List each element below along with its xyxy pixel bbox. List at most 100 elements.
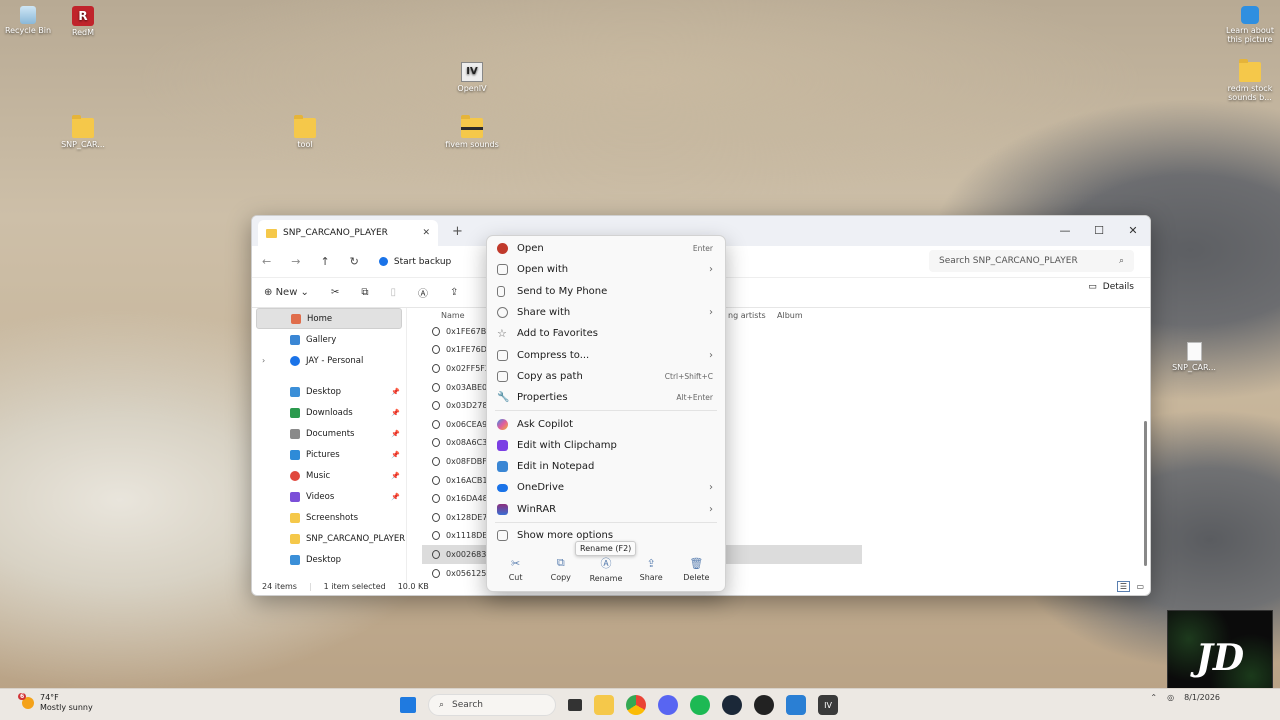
notepad-icon[interactable] — [786, 695, 806, 715]
minimize-icon[interactable]: — — [1048, 216, 1082, 244]
sidebar-item-pictures[interactable]: Pictures 📌 — [252, 444, 406, 465]
spotify-icon[interactable] — [690, 695, 710, 715]
column-header-album[interactable]: Album — [777, 311, 803, 320]
sidebar-item-onedrive[interactable]: › JAY - Personal — [252, 350, 406, 371]
menu-item-ask-copilot[interactable]: Ask Copilot — [487, 413, 725, 434]
close-window-icon[interactable]: ✕ — [1116, 216, 1150, 244]
refresh-icon[interactable]: ↻ — [350, 255, 359, 268]
address-bar[interactable]: Start backup — [378, 257, 451, 267]
menu-item-share-with[interactable]: Share with › — [487, 302, 725, 323]
sidebar-item-documents[interactable]: Documents 📌 — [252, 423, 406, 444]
quick-share-button[interactable]: ⇪ Share — [629, 557, 673, 582]
menu-item-clipchamp[interactable]: Edit with Clipchamp — [487, 435, 725, 456]
menu-item-properties[interactable]: 🔧 Properties Alt+Enter — [487, 387, 725, 408]
menu-item-label: WinRAR — [517, 503, 557, 515]
rename-tooltip: Rename (F2) — [575, 541, 637, 556]
new-button[interactable]: ⊕ New ⌄ — [264, 287, 309, 298]
taskbar-search[interactable]: ⌕ Search — [428, 694, 556, 716]
quick-rename-button[interactable]: Ⓐ Rename — [584, 555, 628, 583]
copy-icon[interactable]: ⧉ — [361, 287, 368, 298]
file-name: 0x002683E — [446, 549, 492, 559]
details-view-icon[interactable]: ☰ — [1116, 580, 1130, 592]
column-header-contributing-artists[interactable]: ng artists — [728, 311, 766, 320]
desktop-icon-learn-picture[interactable]: Learn about this picture — [1218, 6, 1280, 44]
start-icon[interactable] — [400, 697, 416, 713]
sidebar-item-desktop-2[interactable]: Desktop — [252, 549, 406, 570]
weather-condition: Mostly sunny — [40, 702, 93, 712]
weather-widget[interactable]: 6 74°F Mostly sunny — [18, 692, 93, 712]
menu-item-add-favorites[interactable]: ☆ Add to Favorites — [487, 323, 725, 344]
desktop-icon-openiv[interactable]: IV OpenIV — [440, 62, 504, 93]
menu-item-compress[interactable]: Compress to... › — [487, 344, 725, 365]
vertical-scrollbar[interactable] — [1144, 421, 1147, 566]
menu-item-open[interactable]: Open Enter — [487, 238, 725, 259]
forward-icon[interactable]: → — [291, 255, 300, 268]
tab-snp-carcano-player[interactable]: SNP_CARCANO_PLAYER ✕ — [258, 220, 438, 246]
network-icon[interactable]: ◎ — [1167, 693, 1174, 702]
weather-text: 74°F Mostly sunny — [40, 693, 93, 712]
menu-item-copy-as-path[interactable]: Copy as path Ctrl+Shift+C — [487, 366, 725, 387]
sidebar-item-snp-carcano-player[interactable]: SNP_CARCANO_PLAYER — [252, 528, 406, 549]
up-icon[interactable]: ↑ — [320, 255, 329, 268]
sidebar-item-videos[interactable]: Videos 📌 — [252, 486, 406, 507]
desktop-icon-snp-file[interactable]: SNP_CAR... — [1162, 342, 1226, 372]
search-input[interactable]: Search SNP_CARCANO_PLAYER ⌕ — [929, 250, 1134, 272]
temperature: 74°F — [40, 693, 59, 702]
sidebar-item-desktop[interactable]: Desktop 📌 — [252, 381, 406, 402]
share-icon — [497, 307, 508, 319]
menu-item-label: Send to My Phone — [517, 285, 608, 297]
logo-text: JD — [1195, 636, 1245, 679]
audio-file-icon — [432, 475, 440, 485]
chrome-icon[interactable] — [626, 695, 646, 715]
file-name: 0x06CEA9 — [446, 419, 488, 429]
sidebar-item-home[interactable]: Home — [256, 308, 402, 329]
tiles-view-icon[interactable]: ▭ — [1136, 582, 1144, 591]
desktop-icon-snp-folder[interactable]: SNP_CAR... — [51, 115, 115, 149]
menu-item-label: Copy as path — [517, 370, 583, 382]
menu-item-onedrive[interactable]: OneDrive › — [487, 477, 725, 498]
new-tab-icon[interactable]: + — [452, 224, 463, 239]
cut-icon[interactable]: ✂ — [331, 287, 339, 298]
rename-icon[interactable]: Ⓐ — [418, 285, 428, 300]
menu-item-open-with[interactable]: Open with › — [487, 259, 725, 280]
menu-item-label: Edit in Notepad — [517, 461, 595, 473]
sidebar-item-downloads[interactable]: Downloads 📌 — [252, 402, 406, 423]
desktop-icon-redm-stock-sounds[interactable]: redm stock sounds b... — [1218, 59, 1280, 102]
sidebar-item-screenshots[interactable]: Screenshots — [252, 507, 406, 528]
pin-icon: 📌 — [391, 408, 400, 417]
details-button[interactable]: ▭ Details — [1088, 282, 1134, 292]
column-header-name[interactable]: Name — [441, 311, 465, 320]
file-explorer-icon[interactable] — [594, 695, 614, 715]
desktop-icon-redm[interactable]: R RedM — [51, 6, 115, 37]
quick-cut-button[interactable]: ✂ Cut — [494, 557, 538, 582]
desktop-icon-fivem-sounds[interactable]: fivem sounds — [440, 115, 504, 149]
onedrive-icon — [497, 483, 508, 492]
quick-delete-button[interactable]: 🗑 Delete — [674, 557, 718, 582]
back-icon[interactable]: ← — [262, 255, 271, 268]
menu-item-notepad[interactable]: Edit in Notepad — [487, 456, 725, 477]
maximize-icon[interactable]: ☐ — [1082, 216, 1116, 244]
discord-icon[interactable] — [658, 695, 678, 715]
clipchamp-icon — [497, 439, 508, 451]
chevron-right-icon[interactable]: › — [262, 356, 265, 365]
menu-item-send-to-phone[interactable]: Send to My Phone — [487, 281, 725, 302]
sidebar-item-music[interactable]: Music 📌 — [252, 465, 406, 486]
download-icon — [290, 407, 300, 418]
chevron-up-icon[interactable]: ⌃ — [1150, 693, 1157, 702]
openiv-icon[interactable]: IV — [818, 695, 838, 715]
obs-icon[interactable] — [754, 695, 774, 715]
quick-copy-button[interactable]: ⧉ Copy — [539, 556, 583, 582]
menu-item-winrar[interactable]: WinRAR › — [487, 499, 725, 520]
desktop-icon-tool[interactable]: tool — [273, 115, 337, 149]
close-tab-icon[interactable]: ✕ — [422, 228, 430, 238]
task-view-icon[interactable] — [568, 699, 582, 711]
details-label: Details — [1102, 282, 1134, 292]
paste-icon[interactable]: ▯ — [390, 287, 396, 298]
sidebar-item-gallery[interactable]: Gallery — [252, 329, 406, 350]
share-icon[interactable]: ⇪ — [450, 287, 458, 298]
steam-icon[interactable] — [722, 695, 742, 715]
quick-label: Cut — [508, 572, 523, 582]
taskbar-date[interactable]: 8/1/2026 — [1184, 693, 1220, 702]
search-icon: ⌕ — [1118, 256, 1124, 266]
open-with-icon — [497, 264, 508, 276]
